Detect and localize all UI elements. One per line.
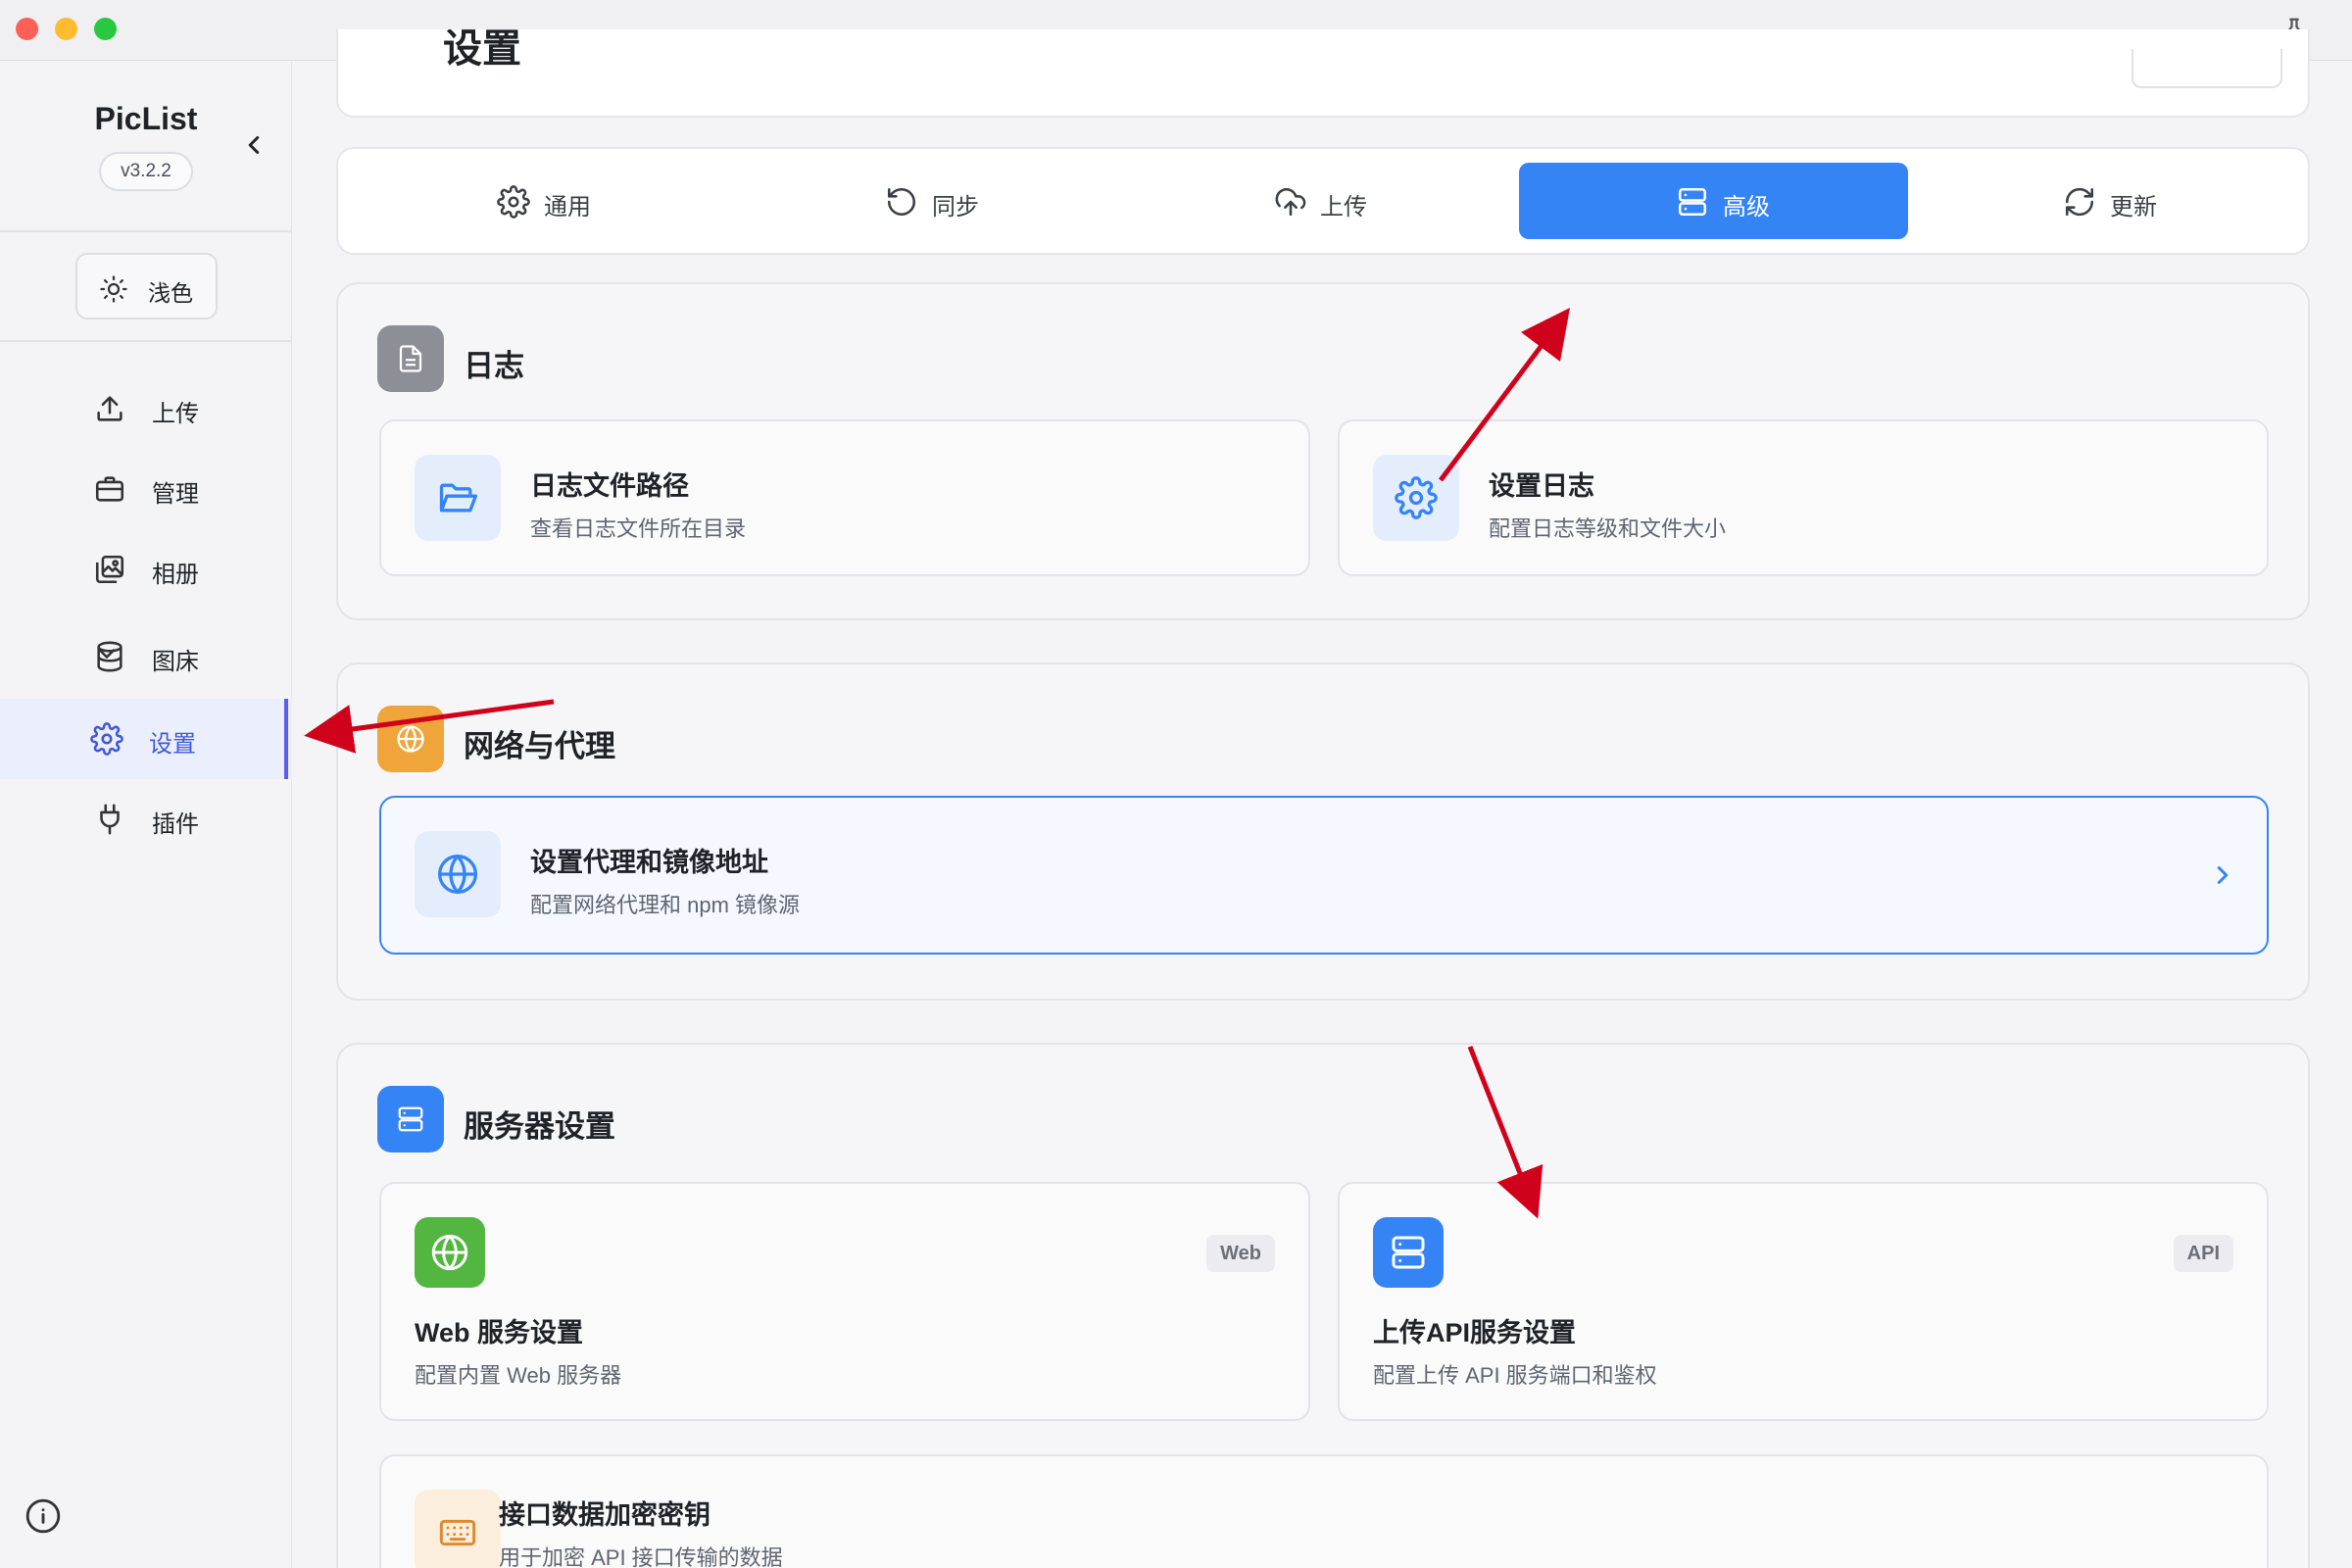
theme-toggle-button[interactable]: 浅色 <box>75 253 218 319</box>
web-badge: Web <box>1206 1235 1275 1272</box>
sidebar-divider <box>0 230 292 232</box>
version-badge: v3.2.2 <box>99 152 193 191</box>
item-description: 用于加密 API 接口传输的数据 <box>499 1545 783 1568</box>
sidebar-divider <box>0 340 292 342</box>
file-text-icon <box>399 345 422 372</box>
chevron-down-icon[interactable] <box>93 640 121 667</box>
sidebar-item-plugins[interactable]: 插件 <box>0 779 292 859</box>
item-icon-box <box>415 455 501 541</box>
tab-general[interactable]: 通用 <box>340 163 729 239</box>
tab-label: 高级 <box>1723 194 1770 220</box>
history-icon <box>887 187 916 217</box>
item-description: 配置上传 API 服务端口和鉴权 <box>1373 1363 1657 1388</box>
window-minimize-button[interactable] <box>55 18 77 40</box>
section-title: 服务器设置 <box>464 1109 615 1144</box>
section-title: 日志 <box>464 349 524 383</box>
gallery-icon <box>95 555 124 584</box>
tab-sync[interactable]: 同步 <box>728 163 1117 239</box>
tab-upload[interactable]: 上传 <box>1116 163 1505 239</box>
section-title: 网络与代理 <box>464 729 615 763</box>
tab-label: 通用 <box>544 194 591 220</box>
web-service-item[interactable]: Web Web 服务设置 配置内置 Web 服务器 <box>379 1182 1310 1421</box>
tab-label: 上传 <box>1320 194 1367 220</box>
tab-update[interactable]: 更新 <box>1906 163 2295 239</box>
network-section-icon <box>377 706 444 772</box>
cloud-upload-icon <box>1275 187 1306 217</box>
sidebar-item-settings[interactable]: 设置 <box>0 699 292 779</box>
api-encryption-key-item[interactable]: 接口数据加密密钥 用于加密 API 接口传输的数据 <box>379 1454 2269 1568</box>
sidebar: PicList v3.2.2 浅色 上传 管理 相册 图床 设置 插件 <box>0 62 292 1568</box>
item-description: 配置日志等级和文件大小 <box>1489 516 1727 541</box>
sidebar-item-label: 相册 <box>152 562 199 588</box>
gear-icon <box>90 722 123 756</box>
log-file-path-item[interactable]: 日志文件路径 查看日志文件所在目录 <box>379 419 1310 576</box>
tab-label: 同步 <box>932 194 979 220</box>
sidebar-item-label: 插件 <box>152 811 199 838</box>
item-icon-box <box>415 1490 501 1568</box>
server-section-icon <box>377 1086 444 1152</box>
settings-tabs: 通用 同步 上传 高级 更新 <box>336 147 2310 255</box>
sidebar-item-manage[interactable]: 管理 <box>0 449 292 529</box>
globe-icon <box>397 725 424 753</box>
sidebar-item-label: 设置 <box>149 731 196 758</box>
theme-label: 浅色 <box>148 280 193 306</box>
log-section: 日志 日志文件路径 查看日志文件所在目录 设置日志 配置日志等级和文件大小 <box>336 282 2310 620</box>
chevron-right-icon <box>2217 866 2229 884</box>
info-icon[interactable] <box>24 1497 62 1535</box>
item-icon-box <box>1373 1217 1444 1288</box>
sidebar-item-image-host[interactable]: 图床 <box>0 616 292 697</box>
folder-open-icon <box>439 483 477 513</box>
log-section-icon <box>377 325 444 392</box>
item-title: 设置日志 <box>1489 471 1594 501</box>
item-description: 配置网络代理和 npm 镜像源 <box>530 893 801 917</box>
sidebar-item-label: 上传 <box>152 401 199 427</box>
page-title: 设置 <box>443 29 521 69</box>
item-icon-box <box>1373 455 1459 541</box>
server-icon <box>1678 187 1707 217</box>
server-section: 服务器设置 Web Web 服务设置 配置内置 Web 服务器 API 上传AP… <box>336 1043 2310 1568</box>
plug-icon <box>100 804 120 835</box>
upload-api-service-item[interactable]: API 上传API服务设置 配置上传 API 服务端口和鉴权 <box>1338 1182 2269 1421</box>
collapse-sidebar-icon[interactable] <box>239 130 269 160</box>
item-description: 查看日志文件所在目录 <box>530 516 747 541</box>
proxy-mirror-item[interactable]: 设置代理和镜像地址 配置网络代理和 npm 镜像源 <box>379 796 2269 955</box>
globe-icon <box>431 1234 468 1271</box>
window-maximize-button[interactable] <box>94 18 117 40</box>
sidebar-item-upload[interactable]: 上传 <box>0 368 292 449</box>
server-icon <box>398 1106 423 1132</box>
item-title: 接口数据加密密钥 <box>499 1500 710 1530</box>
sun-icon <box>100 275 127 303</box>
log-settings-item[interactable]: 设置日志 配置日志等级和文件大小 <box>1338 419 2269 576</box>
server-icon <box>1392 1236 1425 1269</box>
sidebar-item-label: 图床 <box>152 649 199 675</box>
item-title: 设置代理和镜像地址 <box>530 848 768 877</box>
window-close-button[interactable] <box>16 18 38 40</box>
item-title: Web 服务设置 <box>415 1318 584 1348</box>
upload-icon <box>97 396 122 421</box>
refresh-icon <box>2065 187 2094 217</box>
gear-icon <box>497 185 530 219</box>
item-title: 日志文件路径 <box>530 471 689 501</box>
briefcase-icon <box>95 476 124 502</box>
tab-label: 更新 <box>2110 194 2157 220</box>
tab-advanced[interactable]: 高级 <box>1519 163 1908 239</box>
network-section: 网络与代理 设置代理和镜像地址 配置网络代理和 npm 镜像源 <box>336 662 2310 1001</box>
globe-icon <box>438 855 477 894</box>
sidebar-item-label: 管理 <box>152 481 199 508</box>
sidebar-item-gallery[interactable]: 相册 <box>0 529 292 610</box>
item-icon-box <box>415 1217 485 1288</box>
gear-icon <box>1395 476 1438 519</box>
item-title: 上传API服务设置 <box>1373 1318 1577 1348</box>
header-card <box>336 29 2310 118</box>
item-icon-box <box>415 831 501 917</box>
active-indicator <box>284 699 288 779</box>
keyboard-icon <box>439 1519 476 1546</box>
api-badge: API <box>2173 1235 2233 1272</box>
header-action-button[interactable] <box>2132 49 2282 88</box>
item-description: 配置内置 Web 服务器 <box>415 1363 622 1388</box>
